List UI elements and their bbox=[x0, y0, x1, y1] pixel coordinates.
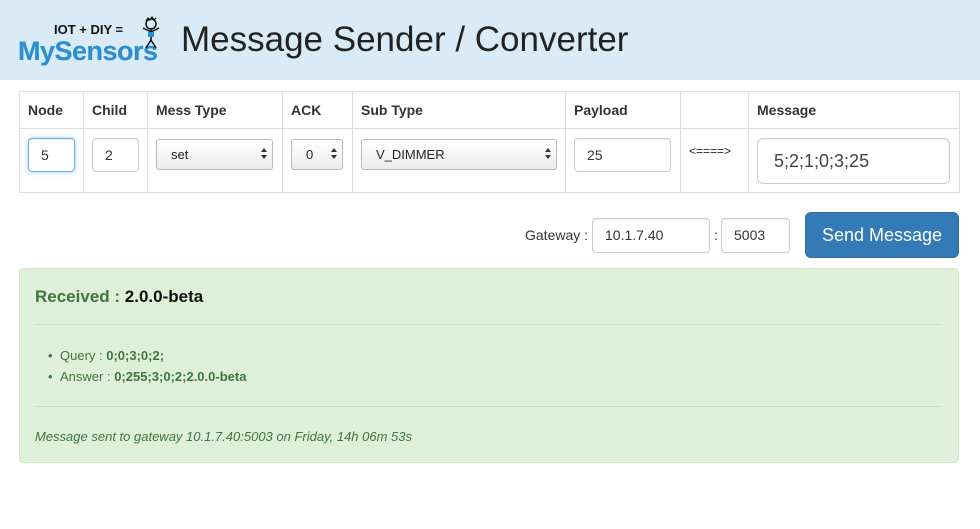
message-table: Node Child Mess Type ACK Sub Type Payloa… bbox=[19, 91, 960, 193]
mysensors-logo: IOT + DIY = MySensors bbox=[18, 14, 168, 72]
divider bbox=[35, 324, 942, 325]
page-title: Message Sender / Converter bbox=[181, 20, 629, 59]
mess-type-select[interactable]: set bbox=[156, 139, 273, 170]
node-input[interactable]: 5 bbox=[28, 138, 75, 172]
table-header-row: Node Child Mess Type ACK Sub Type Payloa… bbox=[19, 91, 960, 129]
column-header-mess-type: Mess Type bbox=[147, 91, 283, 129]
cell-message: 5;2;1;0;3;25 bbox=[748, 128, 960, 193]
column-header-arrow bbox=[680, 91, 749, 129]
logo-mascot-icon bbox=[142, 16, 160, 49]
gateway-port-input[interactable]: 5003 bbox=[721, 218, 790, 253]
column-header-node: Node bbox=[19, 91, 84, 129]
select-arrows-icon bbox=[330, 145, 339, 163]
payload-input[interactable]: 25 bbox=[574, 138, 671, 172]
answer-value: 0;255;3;0;2;2.0.0-beta bbox=[114, 369, 247, 384]
message-input[interactable]: 5;2;1;0;3;25 bbox=[757, 138, 950, 184]
child-input[interactable]: 2 bbox=[92, 138, 139, 172]
column-header-message: Message bbox=[748, 91, 960, 129]
cell-payload: 25 bbox=[565, 128, 681, 193]
received-heading: Received : 2.0.0-beta bbox=[35, 287, 203, 307]
received-label: Received : bbox=[35, 287, 121, 306]
select-arrows-icon bbox=[544, 145, 553, 163]
bullet-icon: • bbox=[48, 348, 53, 363]
sub-type-value: V_DIMMER bbox=[376, 147, 445, 162]
cell-child: 2 bbox=[83, 128, 148, 193]
answer-label: Answer : bbox=[60, 369, 111, 384]
page-header: IOT + DIY = MySensors Message Sender / C… bbox=[0, 0, 980, 80]
query-label: Query : bbox=[60, 348, 103, 363]
send-message-button[interactable]: Send Message bbox=[805, 212, 959, 258]
column-header-payload: Payload bbox=[565, 91, 681, 129]
sub-type-select[interactable]: V_DIMMER bbox=[361, 139, 557, 170]
result-list: • Query : 0;0;3;0;2; • Answer : 0;255;3;… bbox=[48, 347, 247, 389]
cell-ack: 0 bbox=[282, 128, 353, 193]
gateway-colon: : bbox=[714, 227, 718, 243]
cell-mess-type: set bbox=[147, 128, 283, 193]
convert-arrow-label: <====> bbox=[689, 144, 732, 158]
gateway-ip-input[interactable]: 10.1.7.40 bbox=[592, 218, 710, 253]
column-header-ack: ACK bbox=[282, 91, 353, 129]
status-message: Message sent to gateway 10.1.7.40:5003 o… bbox=[35, 429, 412, 444]
cell-sub-type: V_DIMMER bbox=[352, 128, 566, 193]
column-header-child: Child bbox=[83, 91, 148, 129]
table-row: 5 2 set 0 V_DIMMER 25 <====> 5;2;1;0;3;2… bbox=[19, 128, 960, 193]
list-item: • Query : 0;0;3;0;2; bbox=[48, 347, 246, 368]
ack-value: 0 bbox=[306, 147, 314, 162]
select-arrows-icon bbox=[260, 145, 269, 163]
cell-node: 5 bbox=[19, 128, 84, 193]
column-header-sub-type: Sub Type bbox=[352, 91, 566, 129]
divider bbox=[35, 406, 942, 407]
logo-tagline: IOT + DIY = bbox=[54, 22, 124, 37]
ack-select[interactable]: 0 bbox=[291, 139, 343, 170]
list-item: • Answer : 0;255;3;0;2;2.0.0-beta bbox=[48, 368, 247, 389]
query-value: 0;0;3;0;2; bbox=[106, 348, 165, 363]
gateway-label: Gateway : bbox=[525, 227, 589, 243]
result-panel: Received : 2.0.0-beta • Query : 0;0;3;0;… bbox=[19, 268, 959, 463]
cell-arrow: <====> bbox=[680, 128, 749, 193]
bullet-icon: • bbox=[48, 369, 53, 384]
mess-type-value: set bbox=[171, 147, 189, 162]
received-version: 2.0.0-beta bbox=[124, 287, 204, 306]
